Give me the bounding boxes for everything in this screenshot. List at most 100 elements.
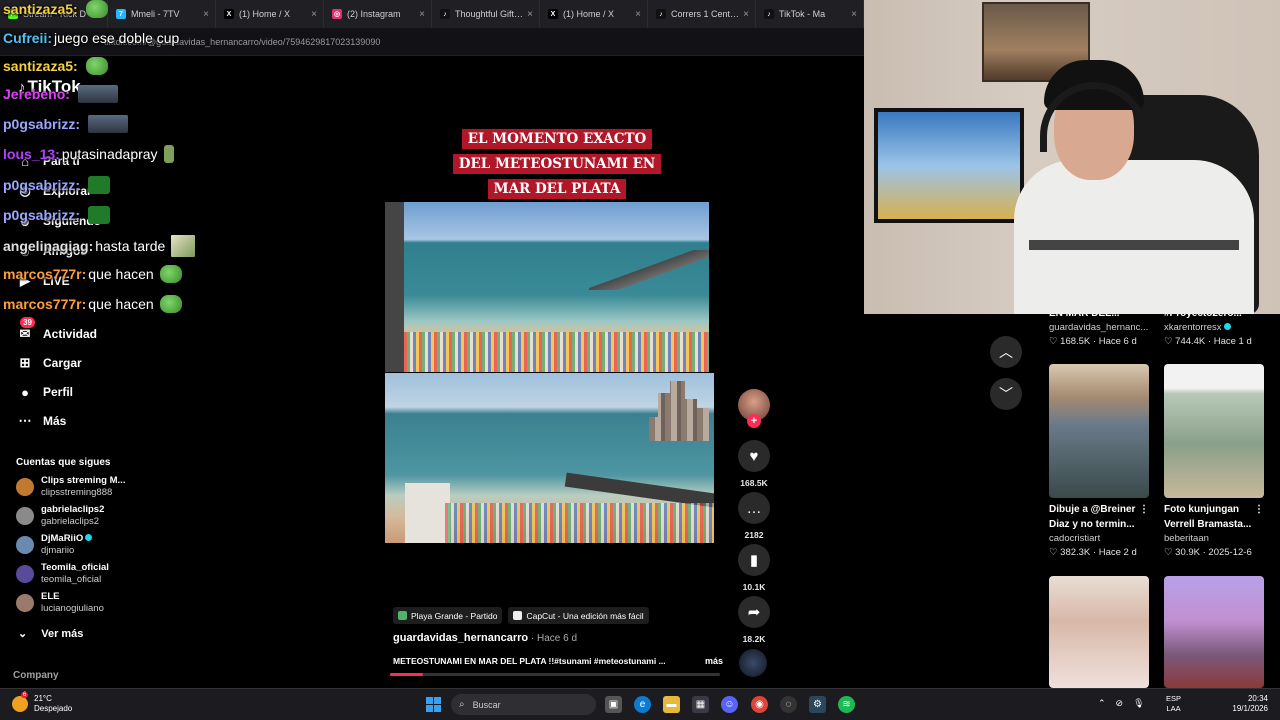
following-account[interactable]: DjMaRiiO djmariio	[16, 532, 166, 558]
obs-icon[interactable]: ◌	[780, 696, 797, 713]
browser-tab[interactable]: ♪ Thoughtful Gift id ×	[432, 0, 540, 28]
task-view-icon[interactable]: ▣	[605, 696, 622, 713]
avatar[interactable]	[16, 478, 34, 496]
browser-tab[interactable]: X (1) Home / X ×	[216, 0, 324, 28]
account-name-row: gabrielaclips2	[41, 504, 104, 516]
tab-label: Corrers 1 Centím	[671, 9, 740, 19]
windows-start-icon[interactable]	[426, 697, 441, 712]
close-icon[interactable]: ×	[851, 9, 857, 20]
sidebar-item-actividad[interactable]: ✉ 39 Actividad	[16, 317, 166, 347]
tab-favicon-icon: ♪	[764, 9, 774, 19]
tab-label: (1) Home / X	[239, 9, 291, 19]
browser-tab[interactable]: ♪ Corrers 1 Centím ×	[648, 0, 756, 28]
following-account[interactable]: Teomila_oficial teomila_oficial	[16, 561, 166, 587]
previous-video-button[interactable]: ︿	[990, 336, 1022, 368]
chat-message: santizaza5:	[3, 57, 108, 75]
save-action[interactable]: ▮ 10.1K	[737, 544, 771, 592]
browser-tab[interactable]: ♪ TikTok - Ma ×	[756, 0, 864, 28]
avatar[interactable]	[16, 507, 34, 525]
avatar[interactable]	[16, 594, 34, 612]
video-card[interactable]: Foto kunjungan Verrell Bramasta... ⋮ beber…	[1164, 364, 1264, 560]
video-card[interactable]	[1164, 576, 1264, 688]
steam-icon[interactable]: ⚙	[809, 696, 826, 713]
close-icon[interactable]: ×	[743, 9, 749, 20]
more-link[interactable]: más	[705, 656, 723, 666]
close-icon[interactable]: ×	[203, 9, 209, 20]
next-video-button[interactable]: ﹀	[990, 378, 1022, 410]
following-account[interactable]: gabrielaclips2 gabrielaclips2	[16, 503, 166, 529]
video-thumbnail[interactable]	[1164, 364, 1264, 498]
comment-action[interactable]: … 2182	[737, 492, 771, 540]
follow-plus-icon[interactable]: +	[747, 414, 761, 428]
more-options-icon[interactable]: ⋮	[1139, 502, 1149, 532]
edge-icon[interactable]: e	[634, 696, 651, 713]
chat-emote-icon	[85, 0, 108, 18]
avatar[interactable]	[16, 536, 34, 554]
card-author[interactable]: cadocristiart	[1049, 532, 1149, 546]
comment-icon[interactable]: …	[738, 492, 770, 524]
verified-icon	[1223, 323, 1231, 330]
close-icon[interactable]: ×	[635, 9, 641, 20]
close-icon[interactable]: ×	[527, 9, 533, 20]
close-icon[interactable]: ×	[311, 9, 317, 20]
chat-username: santizaza5:	[3, 58, 78, 74]
card-author[interactable]: guardavidas_hernanc...	[1049, 321, 1149, 335]
weather-widget[interactable]: 6 21°C Despejado	[12, 692, 72, 714]
weather-badge: 6	[21, 692, 29, 698]
see-more-button[interactable]: ⌄ Ver más	[18, 627, 97, 640]
avatar[interactable]	[16, 565, 34, 583]
account-handle: djmariio	[41, 545, 75, 556]
video-card[interactable]: Dibuje a @Breiner Diaz y no termin... ⋮ ca…	[1049, 364, 1149, 560]
account-name: gabrielaclips2	[41, 504, 105, 515]
like-action[interactable]: ♥ 168.5K	[737, 440, 771, 488]
browser-tab-bar: KStream - Kick D×7Mmeli - 7TV×X(1) Home …	[0, 0, 864, 28]
chrome-icon[interactable]: ◉	[751, 696, 768, 713]
clock[interactable]: 20:34 19/1/2026	[1226, 694, 1268, 714]
close-icon[interactable]: ×	[419, 9, 425, 20]
account-handle: gabrielaclips2	[41, 516, 100, 527]
more-options-icon[interactable]: ⋮	[1254, 502, 1264, 532]
company-link[interactable]: Company	[13, 670, 59, 681]
location-chip[interactable]: Playa Grande - Partido	[393, 607, 503, 624]
video-thumbnail[interactable]	[1049, 364, 1149, 498]
store-icon[interactable]: ▦	[692, 696, 709, 713]
bookmark-icon[interactable]: ▮	[738, 544, 770, 576]
author-name[interactable]: guardavidas_hernancarro	[393, 632, 528, 644]
capcut-chip[interactable]: CapCut - Una edición más fácil	[508, 607, 649, 624]
card-title[interactable]: Dibuje a @Breiner Diaz y no termin... ⋮	[1049, 502, 1149, 532]
mic-icon[interactable]: 🎙	[1133, 698, 1144, 709]
taskbar-search[interactable]: ⌕ Buscar	[451, 694, 596, 715]
browser-tab[interactable]: X (1) Home / X ×	[540, 0, 648, 28]
discord-icon[interactable]: ☺	[721, 696, 738, 713]
share-icon[interactable]: ➦	[738, 596, 770, 628]
browser-tab[interactable]: 7 Mmeli - 7TV ×	[108, 0, 216, 28]
file-explorer-icon[interactable]: ▬	[663, 696, 680, 713]
video-author[interactable]: guardavidas_hernancarro · Hace 6 d	[393, 632, 577, 644]
card-author[interactable]: beberitaan	[1164, 532, 1264, 546]
search-placeholder: Buscar	[472, 699, 501, 710]
browser-tab[interactable]: ◎ (2) Instagram ×	[324, 0, 432, 28]
language-indicator[interactable]: ESP LAA	[1166, 694, 1181, 714]
share-action[interactable]: ➦ 18.2K	[737, 596, 771, 644]
tray-chevron-icon[interactable]: ⌃	[1098, 698, 1106, 709]
sidebar-item-cargar[interactable]: ⊞ Cargar	[16, 350, 166, 376]
sidebar-item-perfil[interactable]: ● Perfil	[16, 379, 166, 405]
card-title[interactable]: Foto kunjungan Verrell Bramasta... ⋮	[1164, 502, 1264, 532]
heart-icon[interactable]: ♥	[738, 440, 770, 472]
tab-favicon-icon: X	[224, 9, 234, 19]
card-author[interactable]: xkarentorresx	[1164, 321, 1264, 335]
sound-disc[interactable]	[739, 649, 767, 677]
chat-emote-icon	[88, 206, 111, 224]
video-thumbnail[interactable]	[1049, 576, 1149, 688]
network-icon[interactable]: ⊘	[1116, 698, 1124, 709]
video-card[interactable]	[1049, 576, 1149, 688]
following-account[interactable]: ELE lucianogiuliano	[16, 590, 166, 616]
chat-username: santizaza5:	[3, 1, 78, 17]
sidebar-item-más[interactable]: ⋯ Más	[16, 408, 166, 434]
spotify-icon[interactable]: ≋	[838, 696, 855, 713]
following-account[interactable]: Clips streming M... clipsstreming888	[16, 474, 166, 500]
account-name: ELE	[41, 591, 60, 602]
video-thumbnail[interactable]	[1164, 576, 1264, 688]
account-names: gabrielaclips2 gabrielaclips2	[41, 504, 104, 528]
video-progress-bar[interactable]	[390, 673, 720, 676]
